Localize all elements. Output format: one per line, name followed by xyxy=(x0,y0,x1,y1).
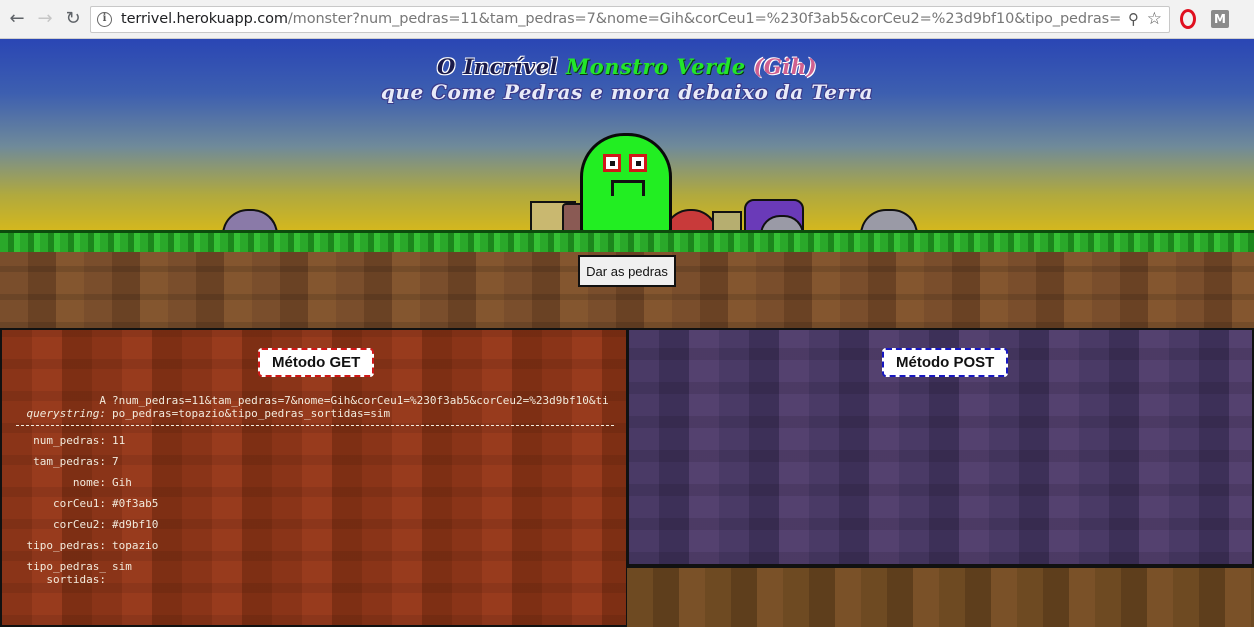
param-value: #0f3ab5 xyxy=(112,497,159,510)
monster-eye-right xyxy=(629,154,647,172)
querystring-label: A querystring: xyxy=(16,394,112,420)
param-key: tipo_pedras_ sortidas: xyxy=(26,560,106,586)
querystring-table: A querystring: ?num_pedras=11&tam_pedras… xyxy=(16,394,614,594)
url-text[interactable]: terrivel.herokuapp.com/monster?num_pedra… xyxy=(121,11,1121,27)
opera-icon[interactable] xyxy=(1180,9,1196,29)
address-bar[interactable]: i terrivel.herokuapp.com/monster?num_ped… xyxy=(90,6,1170,33)
param-value: #d9bf10 xyxy=(112,518,159,531)
param-row: tipo_pedras: topazio xyxy=(16,539,614,552)
querystring-value: ?num_pedras=11&tam_pedras=7&nome=Gih&cor… xyxy=(112,394,609,420)
page-title: O Incrível Monstro Verde (Gih) xyxy=(0,54,1254,79)
param-value: 7 xyxy=(112,455,119,468)
get-panel: Método GET A querystring: ?num_pedras=11… xyxy=(0,328,628,627)
page-subtitle: que Come Pedras e mora debaixo da Terra xyxy=(380,80,874,104)
param-value: topazio xyxy=(112,539,159,552)
post-panel-title: Método POST xyxy=(882,348,1009,377)
back-icon[interactable]: ← xyxy=(6,8,28,30)
querystring-row: A querystring: ?num_pedras=11&tam_pedras… xyxy=(16,394,614,420)
forward-icon[interactable]: → xyxy=(34,8,56,30)
feed-rocks-button[interactable]: Dar as pedras xyxy=(578,255,676,287)
grass xyxy=(0,230,1254,252)
param-row: tam_pedras: 7 xyxy=(16,455,614,468)
sky-scene: O Incrível Monstro Verde (Gih) que Come … xyxy=(0,39,1254,234)
param-row: num_pedras: 11 xyxy=(16,434,614,447)
zoom-icon[interactable]: ⚲ xyxy=(1128,10,1139,28)
param-value: sim xyxy=(112,560,132,573)
url-host: terrivel.herokuapp.com xyxy=(121,11,288,27)
monster xyxy=(580,133,672,234)
get-panel-title: Método GET xyxy=(258,348,375,377)
param-key: num_pedras: xyxy=(33,434,106,447)
param-row: tipo_pedras_ sortidas: sim xyxy=(16,560,614,586)
divider xyxy=(16,425,614,426)
title-part-2: Monstro Verde xyxy=(565,54,746,79)
querystring-label-word: querystring: xyxy=(26,407,106,420)
monster-eye-left xyxy=(603,154,621,172)
param-value: Gih xyxy=(112,476,132,489)
star-icon[interactable]: ☆ xyxy=(1147,9,1162,29)
browser-toolbar: ← → ↻ i terrivel.herokuapp.com/monster?n… xyxy=(0,0,1254,39)
title-part-3: (Gih) xyxy=(753,54,818,79)
monster-mouth xyxy=(611,180,645,196)
param-key: nome: xyxy=(72,476,106,489)
param-row: corCeu2: #d9bf10 xyxy=(16,518,614,531)
param-row: corCeu1: #0f3ab5 xyxy=(16,497,614,510)
reload-icon[interactable]: ↻ xyxy=(62,8,84,30)
param-key: corCeu2: xyxy=(53,518,106,531)
param-key: corCeu1: xyxy=(53,497,106,510)
extension-icon[interactable]: M xyxy=(1211,10,1229,28)
info-icon[interactable]: i xyxy=(97,12,112,27)
param-key: tam_pedras: xyxy=(33,455,106,468)
querystring-label-prefix: A xyxy=(99,394,106,407)
param-value: 11 xyxy=(112,434,126,447)
param-row: nome: Gih xyxy=(16,476,614,489)
dirt-bottom xyxy=(627,566,1254,627)
post-panel: Método POST xyxy=(627,328,1254,566)
param-key: tipo_pedras: xyxy=(26,539,106,552)
url-path: /monster?num_pedras=11&tam_pedras=7&nome… xyxy=(287,11,1121,27)
title-part-1: O Incrível xyxy=(436,54,559,79)
